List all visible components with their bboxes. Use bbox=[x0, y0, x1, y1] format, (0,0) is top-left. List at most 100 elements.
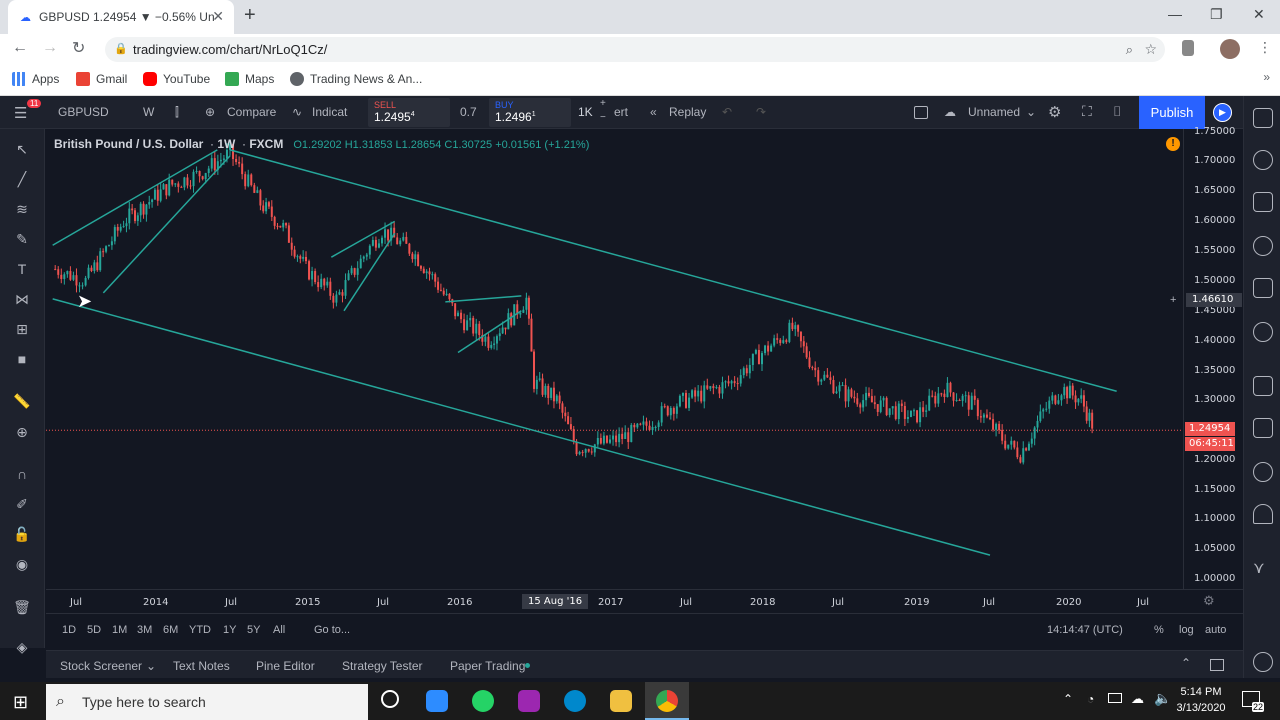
sell-button[interactable]: SELL 1.24954 bbox=[368, 98, 450, 127]
notifications-bell-icon[interactable] bbox=[1253, 504, 1273, 524]
settings-gear-icon[interactable]: ⚙ bbox=[1048, 103, 1061, 121]
range-ytd[interactable]: YTD bbox=[189, 624, 211, 636]
url-field[interactable]: 🔒 tradingview.com/chart/NrLoQ1Cz/ ⌕ ☆ bbox=[105, 37, 1165, 62]
zoom-in-icon[interactable]: ⊕ bbox=[12, 424, 32, 442]
warning-icon[interactable]: ! bbox=[1166, 137, 1180, 151]
more-bookmarks-icon[interactable]: » bbox=[1263, 70, 1270, 84]
forward-icon[interactable]: → bbox=[42, 39, 58, 57]
undo-icon[interactable]: ↶ bbox=[722, 105, 732, 119]
zoom-icon[interactable]: ⌕ bbox=[1126, 37, 1133, 62]
ideas-bulb-icon[interactable] bbox=[1253, 322, 1273, 342]
extension-icon[interactable] bbox=[1182, 40, 1194, 56]
fullscreen-icon[interactable]: ⛶ bbox=[1082, 103, 1092, 120]
indicators-icon[interactable]: ∿ bbox=[292, 105, 302, 119]
data-window-icon[interactable] bbox=[1253, 192, 1273, 212]
bookmark-apps[interactable]: Apps bbox=[12, 72, 59, 86]
alert-button[interactable]: ert bbox=[614, 105, 628, 119]
trendline-icon[interactable]: ╱ bbox=[12, 171, 32, 189]
range-6m[interactable]: 6M bbox=[163, 624, 178, 636]
price-chart[interactable] bbox=[46, 129, 1183, 589]
bookmark-gmail[interactable]: Gmail bbox=[76, 72, 127, 86]
range-all[interactable]: All bbox=[273, 624, 285, 636]
trash-icon[interactable]: 🗑 bbox=[12, 599, 32, 617]
shape-square-icon[interactable]: ■ bbox=[12, 351, 32, 369]
go-to-date[interactable]: Go to... bbox=[314, 624, 350, 636]
indicators-button[interactable]: Indicat bbox=[312, 105, 347, 119]
maximize-button[interactable]: ❐ bbox=[1210, 6, 1223, 23]
reload-icon[interactable]: ↻ bbox=[72, 38, 85, 58]
app-icon[interactable] bbox=[518, 690, 540, 712]
taskbar-date[interactable]: 3/13/2020 bbox=[1175, 702, 1227, 714]
ideas-stream-icon[interactable] bbox=[1253, 462, 1273, 482]
magnet-icon[interactable]: ∩ bbox=[12, 466, 32, 484]
axis-settings-gear-icon[interactable]: ⚙ bbox=[1203, 594, 1215, 609]
maximize-panel-icon[interactable] bbox=[1210, 659, 1224, 671]
file-explorer-icon[interactable] bbox=[610, 690, 632, 712]
auto-toggle[interactable]: auto bbox=[1205, 624, 1226, 636]
brush-icon[interactable]: ✎ bbox=[12, 231, 32, 249]
lock-drawings-icon[interactable]: 🔓 bbox=[12, 526, 32, 544]
chrome-menu-icon[interactable]: ⋮ bbox=[1258, 39, 1272, 56]
close-tab-icon[interactable]: ✕ bbox=[212, 8, 224, 25]
tab-paper-trading[interactable]: Paper Trading bbox=[450, 659, 525, 673]
hotlist-icon[interactable] bbox=[1253, 236, 1273, 256]
quantity-plus-icon[interactable]: + bbox=[600, 98, 606, 109]
time-axis[interactable]: Jul 2014 Jul 2015 Jul 2016 15 Aug '16 20… bbox=[46, 589, 1243, 613]
percent-toggle[interactable]: % bbox=[1154, 624, 1164, 636]
publish-button[interactable]: Publish bbox=[1139, 96, 1205, 129]
help-icon[interactable] bbox=[1253, 652, 1273, 672]
tab-pine-editor[interactable]: Pine Editor bbox=[256, 659, 315, 673]
zoom-app-icon[interactable] bbox=[426, 690, 448, 712]
alerts-clock-icon[interactable] bbox=[1253, 150, 1273, 170]
back-icon[interactable]: ← bbox=[12, 39, 28, 57]
symbol-search[interactable]: GBPUSD bbox=[58, 105, 109, 119]
tab-text-notes[interactable]: Text Notes bbox=[173, 659, 230, 673]
minimize-button[interactable]: — bbox=[1168, 6, 1182, 22]
range-3m[interactable]: 3M bbox=[137, 624, 152, 636]
close-window-button[interactable]: ✕ bbox=[1253, 6, 1265, 23]
network-icon[interactable]: ◔ bbox=[1087, 692, 1094, 706]
ruler-icon[interactable]: 📏 bbox=[12, 393, 32, 411]
tray-chevron-up-icon[interactable]: ⌃ bbox=[1063, 692, 1073, 706]
battery-icon[interactable] bbox=[1108, 693, 1122, 703]
range-1m[interactable]: 1M bbox=[112, 624, 127, 636]
eye-icon[interactable]: ◉ bbox=[12, 556, 32, 574]
cursor-icon[interactable]: ↖ bbox=[12, 141, 32, 159]
chevron-down-icon[interactable]: ⌄ bbox=[146, 659, 156, 673]
layout-name[interactable]: Unnamed bbox=[968, 105, 1020, 119]
range-5y[interactable]: 5Y bbox=[247, 624, 260, 636]
whatsapp-icon[interactable] bbox=[472, 690, 494, 712]
text-icon[interactable]: T bbox=[12, 261, 32, 279]
taskbar-time[interactable]: 5:14 PM bbox=[1180, 686, 1222, 698]
avatar[interactable] bbox=[1220, 39, 1240, 59]
log-toggle[interactable]: log bbox=[1179, 624, 1194, 636]
bookmark-star-icon[interactable]: ☆ bbox=[1144, 37, 1157, 62]
range-5d[interactable]: 5D bbox=[87, 624, 101, 636]
pattern-icon[interactable]: ⋈ bbox=[12, 291, 32, 309]
prediction-icon[interactable]: ⊞ bbox=[12, 321, 32, 339]
buy-button[interactable]: BUY 1.24961 bbox=[489, 98, 571, 127]
range-1d[interactable]: 1D bbox=[62, 624, 76, 636]
telegram-icon[interactable] bbox=[564, 690, 586, 712]
layers-icon[interactable]: ◈ bbox=[12, 639, 32, 657]
taskbar-search-field[interactable]: ⌕ Type here to search bbox=[46, 684, 368, 720]
windows-start-icon[interactable]: ⊞ bbox=[13, 692, 28, 713]
candle-style-icon[interactable]: ⫿ bbox=[175, 105, 179, 120]
volume-icon[interactable]: 🔈 bbox=[1154, 690, 1171, 707]
messages-icon[interactable] bbox=[1253, 418, 1273, 438]
cloud-tray-icon[interactable]: ☁ bbox=[1131, 691, 1144, 707]
order-panel-icon[interactable]: ⋎ bbox=[1253, 558, 1273, 578]
compare-plus-icon[interactable]: ⊕ bbox=[205, 105, 215, 119]
watchlist-icon[interactable] bbox=[1253, 108, 1273, 128]
replay-button[interactable]: Replay bbox=[669, 105, 706, 119]
play-icon[interactable]: ▶ bbox=[1213, 103, 1232, 122]
stay-drawing-icon[interactable]: ✐ bbox=[12, 496, 32, 514]
new-tab-button[interactable]: + bbox=[244, 4, 256, 27]
calendar-icon[interactable] bbox=[1253, 278, 1273, 298]
camera-icon[interactable]: ⌷ bbox=[1113, 103, 1121, 120]
chevron-up-icon[interactable]: ⌃ bbox=[1181, 656, 1191, 670]
replay-icon[interactable]: « bbox=[650, 105, 657, 119]
quantity-field[interactable]: 1K bbox=[578, 105, 593, 119]
bookmark-youtube[interactable]: YouTube bbox=[143, 72, 210, 86]
price-axis[interactable]: 1.75000 1.70000 1.65000 1.60000 1.55000 1.500… bbox=[1170, 126, 1243, 589]
